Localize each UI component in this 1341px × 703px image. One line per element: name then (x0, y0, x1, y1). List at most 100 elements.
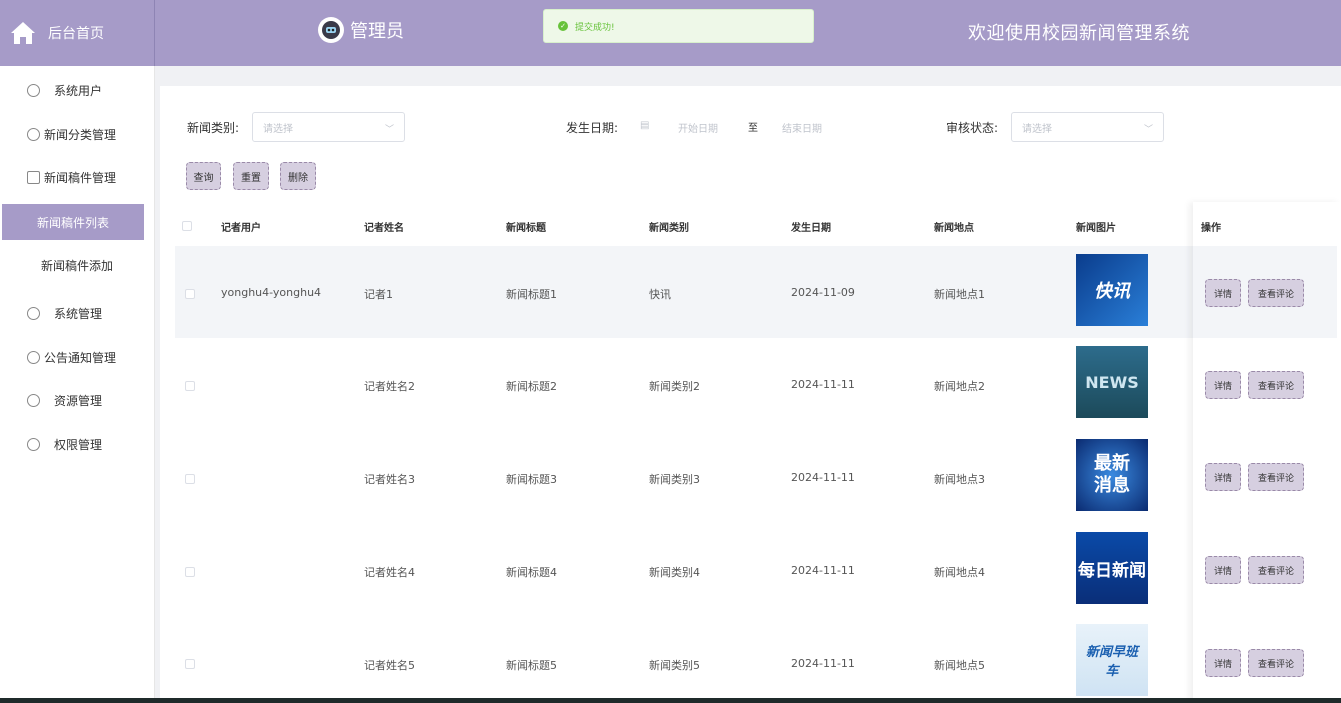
cell-category: 新闻类别3 (649, 473, 700, 486)
thumbnail-text: 最新消息 (1094, 453, 1130, 496)
success-toast: ✓ 提交成功! (543, 9, 814, 43)
home-link[interactable]: 后台首页 (0, 0, 155, 66)
cell-date: 2024-11-11 (791, 471, 855, 484)
cell-category: 快讯 (649, 288, 671, 301)
cell-title: 新闻标题5 (506, 659, 557, 672)
status-filter-label: 审核状态: (946, 121, 999, 135)
date-separator: 至 (748, 123, 758, 134)
detail-button[interactable]: 详情 (1205, 649, 1241, 677)
sidebar-item-news-list[interactable]: 新闻稿件列表 (2, 204, 144, 240)
cell-name: 记者1 (364, 288, 393, 301)
home-label: 后台首页 (48, 26, 104, 42)
date-end-input[interactable]: 结束日期 (782, 120, 822, 135)
admin-name: 管理员 (350, 21, 404, 42)
clock-icon (27, 437, 40, 451)
reset-button[interactable]: 重置 (233, 162, 269, 190)
sidebar-item-news-add[interactable]: 新闻稿件添加 (6, 247, 148, 283)
check-circle-icon: ✓ (558, 21, 568, 31)
sidebar-item-news-category[interactable]: 新闻分类管理 (0, 120, 155, 148)
view-comments-button[interactable]: 查看评论 (1248, 556, 1304, 584)
cell-place: 新闻地点3 (934, 473, 985, 486)
cell-title: 新闻标题2 (506, 380, 557, 393)
star-icon (27, 350, 40, 364)
detail-button[interactable]: 详情 (1205, 463, 1241, 491)
calendar-icon: ▤ (640, 120, 650, 131)
query-button[interactable]: 查询 (186, 162, 221, 190)
view-comments-button[interactable]: 查看评论 (1248, 279, 1304, 307)
sidebar-item-notice[interactable]: 公告通知管理 (0, 343, 155, 371)
sidebar-item-label: 系统管理 (54, 306, 103, 321)
sidebar-item-permission[interactable]: 权限管理 (0, 430, 155, 458)
news-thumbnail: NEWS (1076, 346, 1148, 418)
detail-button[interactable]: 详情 (1205, 279, 1241, 307)
row-checkbox[interactable] (185, 474, 195, 484)
toast-message: 提交成功! (575, 22, 615, 33)
news-thumbnail: 最新消息 (1076, 439, 1148, 511)
sidebar-item-label: 新闻分类管理 (44, 127, 117, 142)
welcome-title: 欢迎使用校园新闻管理系统 (968, 23, 1190, 44)
category-filter-label: 新闻类别: (187, 121, 240, 135)
status-placeholder: 请选择 (1022, 123, 1052, 135)
header-place: 新闻地点 (934, 223, 974, 234)
chevron-down-icon: ﹀ (1143, 125, 1153, 135)
row-checkbox[interactable] (185, 567, 195, 577)
view-comments-button[interactable]: 查看评论 (1248, 463, 1304, 491)
header-news-category: 新闻类别 (649, 223, 689, 234)
sidebar-item-label: 权限管理 (54, 437, 103, 452)
compass-icon (27, 393, 40, 407)
cell-title: 新闻标题4 (506, 566, 557, 579)
date-start-input[interactable]: 开始日期 (678, 120, 718, 135)
category-select[interactable]: 请选择 ﹀ (252, 112, 405, 142)
cell-place: 新闻地点2 (934, 380, 985, 393)
sidebar-item-label: 新闻稿件列表 (36, 215, 109, 230)
sidebar-item-label: 新闻稿件管理 (44, 170, 117, 185)
star-icon (27, 83, 40, 97)
admin-profile[interactable]: 管理员 (318, 16, 404, 44)
cell-date: 2024-11-11 (791, 564, 855, 577)
cell-date: 2024-11-11 (791, 378, 855, 391)
thumbnail-text: 每日新闻 (1078, 560, 1146, 581)
cell-date: 2024-11-11 (791, 657, 855, 670)
view-comments-button[interactable]: 查看评论 (1248, 649, 1304, 677)
cell-place: 新闻地点4 (934, 566, 985, 579)
clock-icon (27, 127, 40, 141)
select-all-checkbox[interactable] (182, 221, 192, 231)
cell-place: 新闻地点1 (934, 288, 985, 301)
row-checkbox[interactable] (185, 659, 195, 669)
thumbnail-text: 新闻早班车 (1085, 645, 1138, 679)
status-select[interactable]: 请选择 ﹀ (1011, 112, 1164, 142)
row-checkbox[interactable] (185, 381, 195, 391)
header-image: 新闻图片 (1076, 223, 1116, 234)
sidebar-item-users[interactable]: 系统用户 (0, 76, 155, 104)
moon-icon (27, 306, 40, 320)
delete-button[interactable]: 删除 (280, 162, 316, 190)
cell-category: 新闻类别4 (649, 566, 700, 579)
news-thumbnail: 快讯 (1076, 254, 1148, 326)
header-date: 发生日期 (791, 223, 831, 234)
cell-category: 新闻类别5 (649, 659, 700, 672)
chevron-down-icon: ﹀ (384, 125, 394, 135)
header-news-title: 新闻标题 (506, 223, 546, 234)
cell-user: yonghu4-yonghu4 (221, 286, 322, 299)
cell-name: 记者姓名2 (364, 380, 415, 393)
thumbnail-text: NEWS (1085, 372, 1139, 392)
cell-title: 新闻标题3 (506, 473, 557, 486)
row-checkbox[interactable] (185, 289, 195, 299)
top-header: 后台首页 管理员 ✓ 提交成功! 欢迎使用校园新闻管理系统 (0, 0, 1341, 66)
detail-button[interactable]: 详情 (1205, 556, 1241, 584)
sidebar-item-label: 系统用户 (54, 83, 103, 98)
sidebar: 系统用户 新闻分类管理 新闻稿件管理 新闻稿件列表 新闻稿件添加 系统管理 公告… (0, 66, 155, 703)
news-thumbnail: 新闻早班车 (1076, 624, 1148, 696)
actions-column-shadow (1193, 202, 1341, 703)
detail-button[interactable]: 详情 (1205, 371, 1241, 399)
sidebar-item-system[interactable]: 系统管理 (0, 299, 155, 327)
date-filter-label: 发生日期: (566, 121, 619, 135)
sidebar-item-news-manuscript[interactable]: 新闻稿件管理 (0, 163, 155, 191)
cell-date: 2024-11-09 (791, 286, 855, 299)
robot-avatar-icon (318, 17, 344, 43)
header-reporter-user: 记者用户 (221, 223, 261, 234)
view-comments-button[interactable]: 查看评论 (1248, 371, 1304, 399)
main-panel: 新闻类别: 请选择 ﹀ 发生日期: ▤ 开始日期 至 结束日期 审核状态: 请选… (160, 86, 1341, 703)
sidebar-item-resource[interactable]: 资源管理 (0, 386, 155, 414)
thumbnail-text: 快讯 (1094, 281, 1130, 302)
